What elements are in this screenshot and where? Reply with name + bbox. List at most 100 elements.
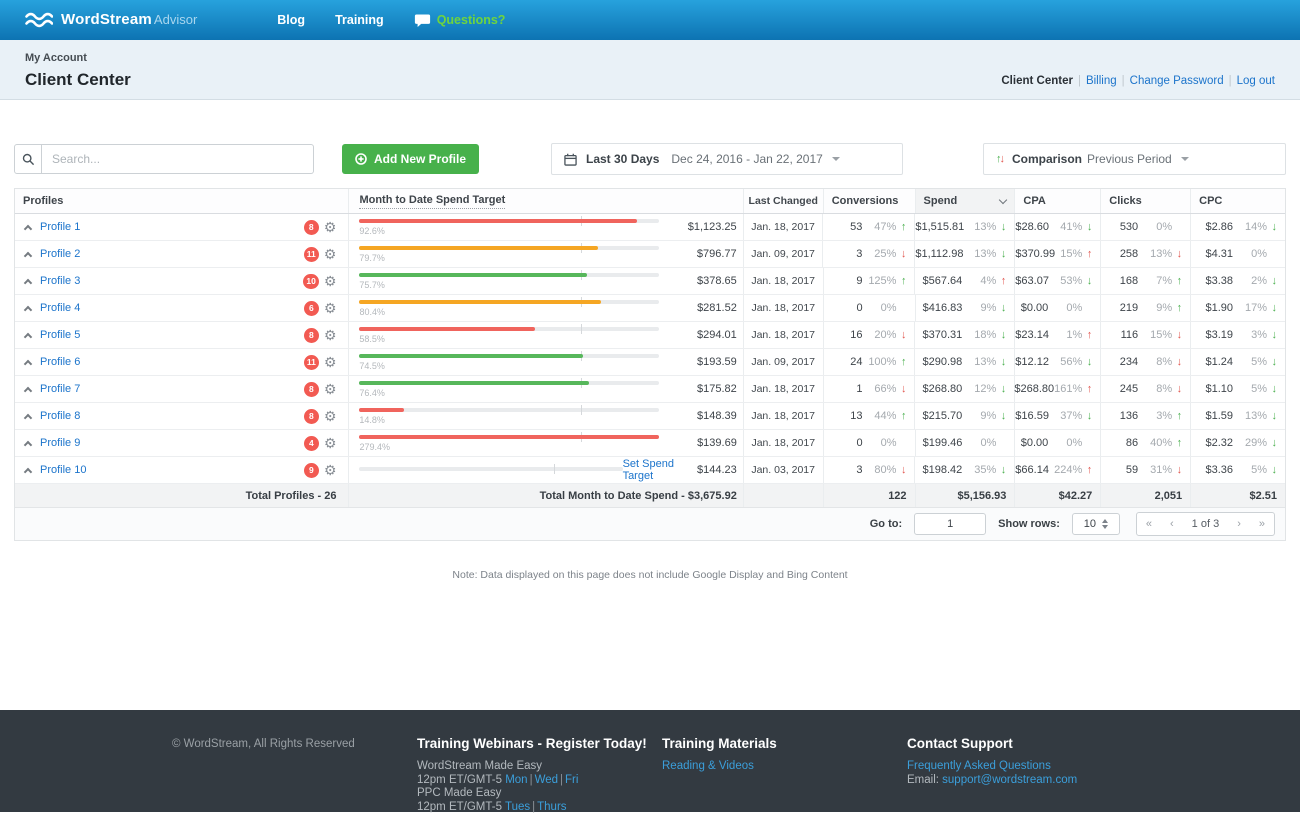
prev-page-button[interactable]: ‹ [1161,518,1183,530]
profile-link[interactable]: Profile 9 [40,437,80,449]
gear-icon[interactable]: ⚙ [324,436,337,450]
faq-link[interactable]: Frequently Asked Questions [907,760,1051,772]
link-change-password[interactable]: Change Password [1130,75,1224,87]
conversions-cell: 380%↓ [823,457,915,483]
change-arrow-icon: ↑ [1172,302,1182,314]
header-last-changed[interactable]: Last Changed [743,189,823,213]
link-client-center[interactable]: Client Center [1001,75,1073,87]
profile-link[interactable]: Profile 2 [40,248,80,260]
gear-icon[interactable]: ⚙ [324,463,337,477]
spend-cell: $370.3118%↓ [914,322,1014,348]
support-email-link[interactable]: support@wordstream.com [942,774,1077,786]
goto-label: Go to: [870,518,902,530]
comparison-arrows-icon: ↑↓ [996,153,1003,165]
header-conversions[interactable]: Conversions [823,189,915,213]
first-page-button[interactable]: « [1137,518,1161,530]
wordstream-logo[interactable]: WordStreamAdvisor [25,11,197,29]
gear-icon[interactable]: ⚙ [324,220,337,234]
footer-webinars: Training Webinars - Register Today! Word… [417,736,662,812]
chevron-up-icon[interactable] [24,386,32,394]
gear-icon[interactable]: ⚙ [324,247,337,261]
alert-badge[interactable]: 10 [303,274,318,289]
webinar-mon-link[interactable]: Mon [505,774,527,786]
alert-badge[interactable]: 8 [304,220,319,235]
chevron-up-icon[interactable] [24,305,32,313]
table-row: Profile 7 8 ⚙ 76.4% $175.82 Jan. 18, 201… [15,376,1285,403]
table-row: Profile 4 6 ⚙ 80.4% $281.52 Jan. 18, 201… [15,295,1285,322]
nav-blog[interactable]: Blog [277,13,305,27]
gear-icon[interactable]: ⚙ [324,409,337,423]
link-log-out[interactable]: Log out [1237,75,1275,87]
last-changed-value: Jan. 18, 2017 [743,403,823,429]
show-rows-select[interactable]: 10 [1072,513,1120,535]
header-spend[interactable]: Spend [915,189,1015,213]
profile-link[interactable]: Profile 4 [40,302,80,314]
cpc-cell: $1.5913%↓ [1190,403,1285,429]
nav-training[interactable]: Training [335,13,384,27]
alert-badge[interactable]: 8 [304,409,319,424]
change-arrow-icon: ↓ [1172,329,1182,341]
chevron-up-icon[interactable] [24,332,32,340]
webinar-fri-link[interactable]: Fri [565,774,578,786]
table-row: Profile 8 8 ⚙ 14.8% $148.39 Jan. 18, 201… [15,403,1285,430]
alert-badge[interactable]: 6 [304,301,319,316]
profile-link[interactable]: Profile 1 [40,221,80,233]
alert-badge[interactable]: 4 [304,436,319,451]
last-page-button[interactable]: » [1250,518,1274,530]
spend-target-bar: 92.6% [359,219,659,236]
header-spend-target[interactable]: Month to Date Spend Target [348,189,742,213]
change-arrow-icon: ↓ [996,356,1006,368]
alert-badge[interactable]: 8 [304,382,319,397]
profile-link[interactable]: Profile 7 [40,383,80,395]
reading-videos-link[interactable]: Reading & Videos [662,760,754,772]
search-input[interactable] [42,144,314,174]
header-clicks[interactable]: Clicks [1100,189,1190,213]
alert-badge[interactable]: 11 [304,355,319,370]
conversions-cell: 24100%↑ [823,349,915,375]
profile-link[interactable]: Profile 5 [40,329,80,341]
spend-cell: $1,112.9813%↓ [914,241,1014,267]
header-cpc[interactable]: CPC [1190,189,1285,213]
chevron-up-icon[interactable] [24,251,32,259]
date-range-picker[interactable]: Last 30 Days Dec 24, 2016 - Jan 22, 2017 [551,143,903,175]
profile-cell: Profile 10 9 ⚙ [15,457,348,483]
gear-icon[interactable]: ⚙ [324,301,337,315]
spend-target-value: $148.39 [697,410,737,422]
chevron-up-icon[interactable] [24,359,32,367]
next-page-button[interactable]: › [1228,518,1250,530]
header-cpa[interactable]: CPA [1014,189,1100,213]
gear-icon[interactable]: ⚙ [324,355,337,369]
chevron-up-icon[interactable] [24,440,32,448]
nav-questions[interactable]: Questions? [437,13,506,27]
add-new-profile-button[interactable]: Add New Profile [342,144,479,174]
goto-page-input[interactable] [914,513,986,535]
chevron-up-icon[interactable] [24,224,32,232]
webinar-wed-link[interactable]: Wed [535,774,558,786]
webinar-tues-link[interactable]: Tues [505,801,530,813]
alert-badge[interactable]: 11 [304,247,319,262]
waves-icon [25,12,53,28]
chevron-up-icon[interactable] [24,467,32,475]
cpc-cell: $2.8614%↓ [1190,214,1285,240]
chevron-up-icon[interactable] [24,413,32,421]
spend-target-cell: 58.5% $294.01 [348,322,742,348]
chevron-up-icon[interactable] [24,278,32,286]
alert-badge[interactable]: 9 [304,463,319,478]
profile-link[interactable]: Profile 3 [40,275,80,287]
gear-icon[interactable]: ⚙ [324,328,337,342]
profile-link[interactable]: Profile 6 [40,356,80,368]
set-spend-target-link[interactable]: Set Spend Target [623,458,697,482]
profile-link[interactable]: Profile 8 [40,410,80,422]
spend-cell: $290.9813%↓ [914,349,1014,375]
gear-icon[interactable]: ⚙ [324,274,337,288]
comparison-selector[interactable]: ↑↓ Comparison Previous Period [983,143,1286,175]
gear-icon[interactable]: ⚙ [324,382,337,396]
header-profiles[interactable]: Profiles [15,189,348,213]
spend-target-bar: 74.5% [359,354,659,371]
webinar-thurs-link[interactable]: Thurs [537,801,566,813]
profile-link[interactable]: Profile 10 [40,464,86,476]
spend-cell: $198.4235%↓ [914,457,1014,483]
link-billing[interactable]: Billing [1086,75,1117,87]
alert-badge[interactable]: 8 [304,328,319,343]
search-button[interactable] [14,144,42,174]
